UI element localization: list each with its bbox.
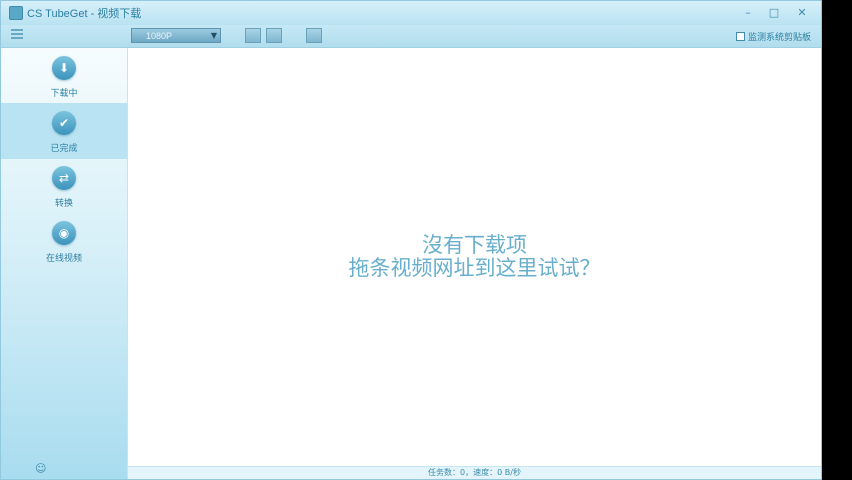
monitor-clipboard-label: 监测系统剪贴板 <box>747 33 811 43</box>
status-bar: 任务数：0，速度：0 B/秒 <box>128 466 821 479</box>
globe-icon: ◉ <box>52 221 76 245</box>
status-text: 任务数：0，速度：0 B/秒 <box>428 468 521 477</box>
app-window: CS TubeGet - 视频下载 – □ ✕ 1080P ▼ 监测系统剪贴板 … <box>0 0 822 480</box>
app-logo-icon <box>9 6 23 20</box>
title-bar[interactable]: CS TubeGet - 视频下载 – □ ✕ <box>1 1 821 25</box>
checkbox-icon <box>735 32 745 41</box>
download-icon: ⬇ <box>52 56 76 80</box>
sidebar-item-label: 转换 <box>54 199 73 209</box>
sidebar-item-online-video[interactable]: ◉ 在线视频 <box>1 213 127 269</box>
cat-icon[interactable]: ☺ <box>35 462 46 475</box>
sidebar-item-label: 下载中 <box>50 89 78 99</box>
settings-icon[interactable] <box>306 28 322 43</box>
quality-select[interactable]: 1080P ▼ <box>131 28 221 43</box>
add-url-icon[interactable] <box>245 28 261 43</box>
sidebar-item-label: 已完成 <box>50 144 78 154</box>
minimize-button[interactable]: – <box>737 4 759 20</box>
window-controls: – □ ✕ <box>737 4 815 20</box>
maximize-button[interactable]: □ <box>763 4 785 20</box>
convert-icon: ⇄ <box>52 166 76 190</box>
quality-value: 1080P <box>146 30 173 41</box>
close-button[interactable]: ✕ <box>789 4 815 20</box>
sidebar-item-convert[interactable]: ⇄ 转换 <box>1 158 127 214</box>
sidebar-item-completed[interactable]: ✔ 已完成 <box>1 103 127 159</box>
check-icon: ✔ <box>52 111 76 135</box>
sidebar-item-label: 在线视频 <box>45 254 82 264</box>
menu-icon[interactable] <box>11 29 23 41</box>
sidebar-item-downloading[interactable]: ⬇ 下载中 <box>1 48 127 104</box>
download-list-area[interactable]: 沒有下载项 拖条视频网址到这里试试？ <box>128 48 821 467</box>
paste-icon[interactable] <box>266 28 282 43</box>
toolbar: 1080P ▼ 监测系统剪贴板 <box>1 25 821 48</box>
window-title: CS TubeGet - 视频下载 <box>27 8 142 20</box>
empty-message: 沒有下载项 拖条视频网址到这里试试？ <box>128 234 821 280</box>
monitor-clipboard-checkbox[interactable]: 监测系统剪贴板 <box>735 30 811 43</box>
sidebar: ⬇ 下载中 ✔ 已完成 ⇄ 转换 ◉ 在线视频 ☺ <box>1 48 127 479</box>
chevron-down-icon: ▼ <box>210 31 218 40</box>
empty-message-line-2: 拖条视频网址到这里试试？ <box>348 256 601 280</box>
empty-message-line-1: 沒有下载项 <box>422 233 527 257</box>
